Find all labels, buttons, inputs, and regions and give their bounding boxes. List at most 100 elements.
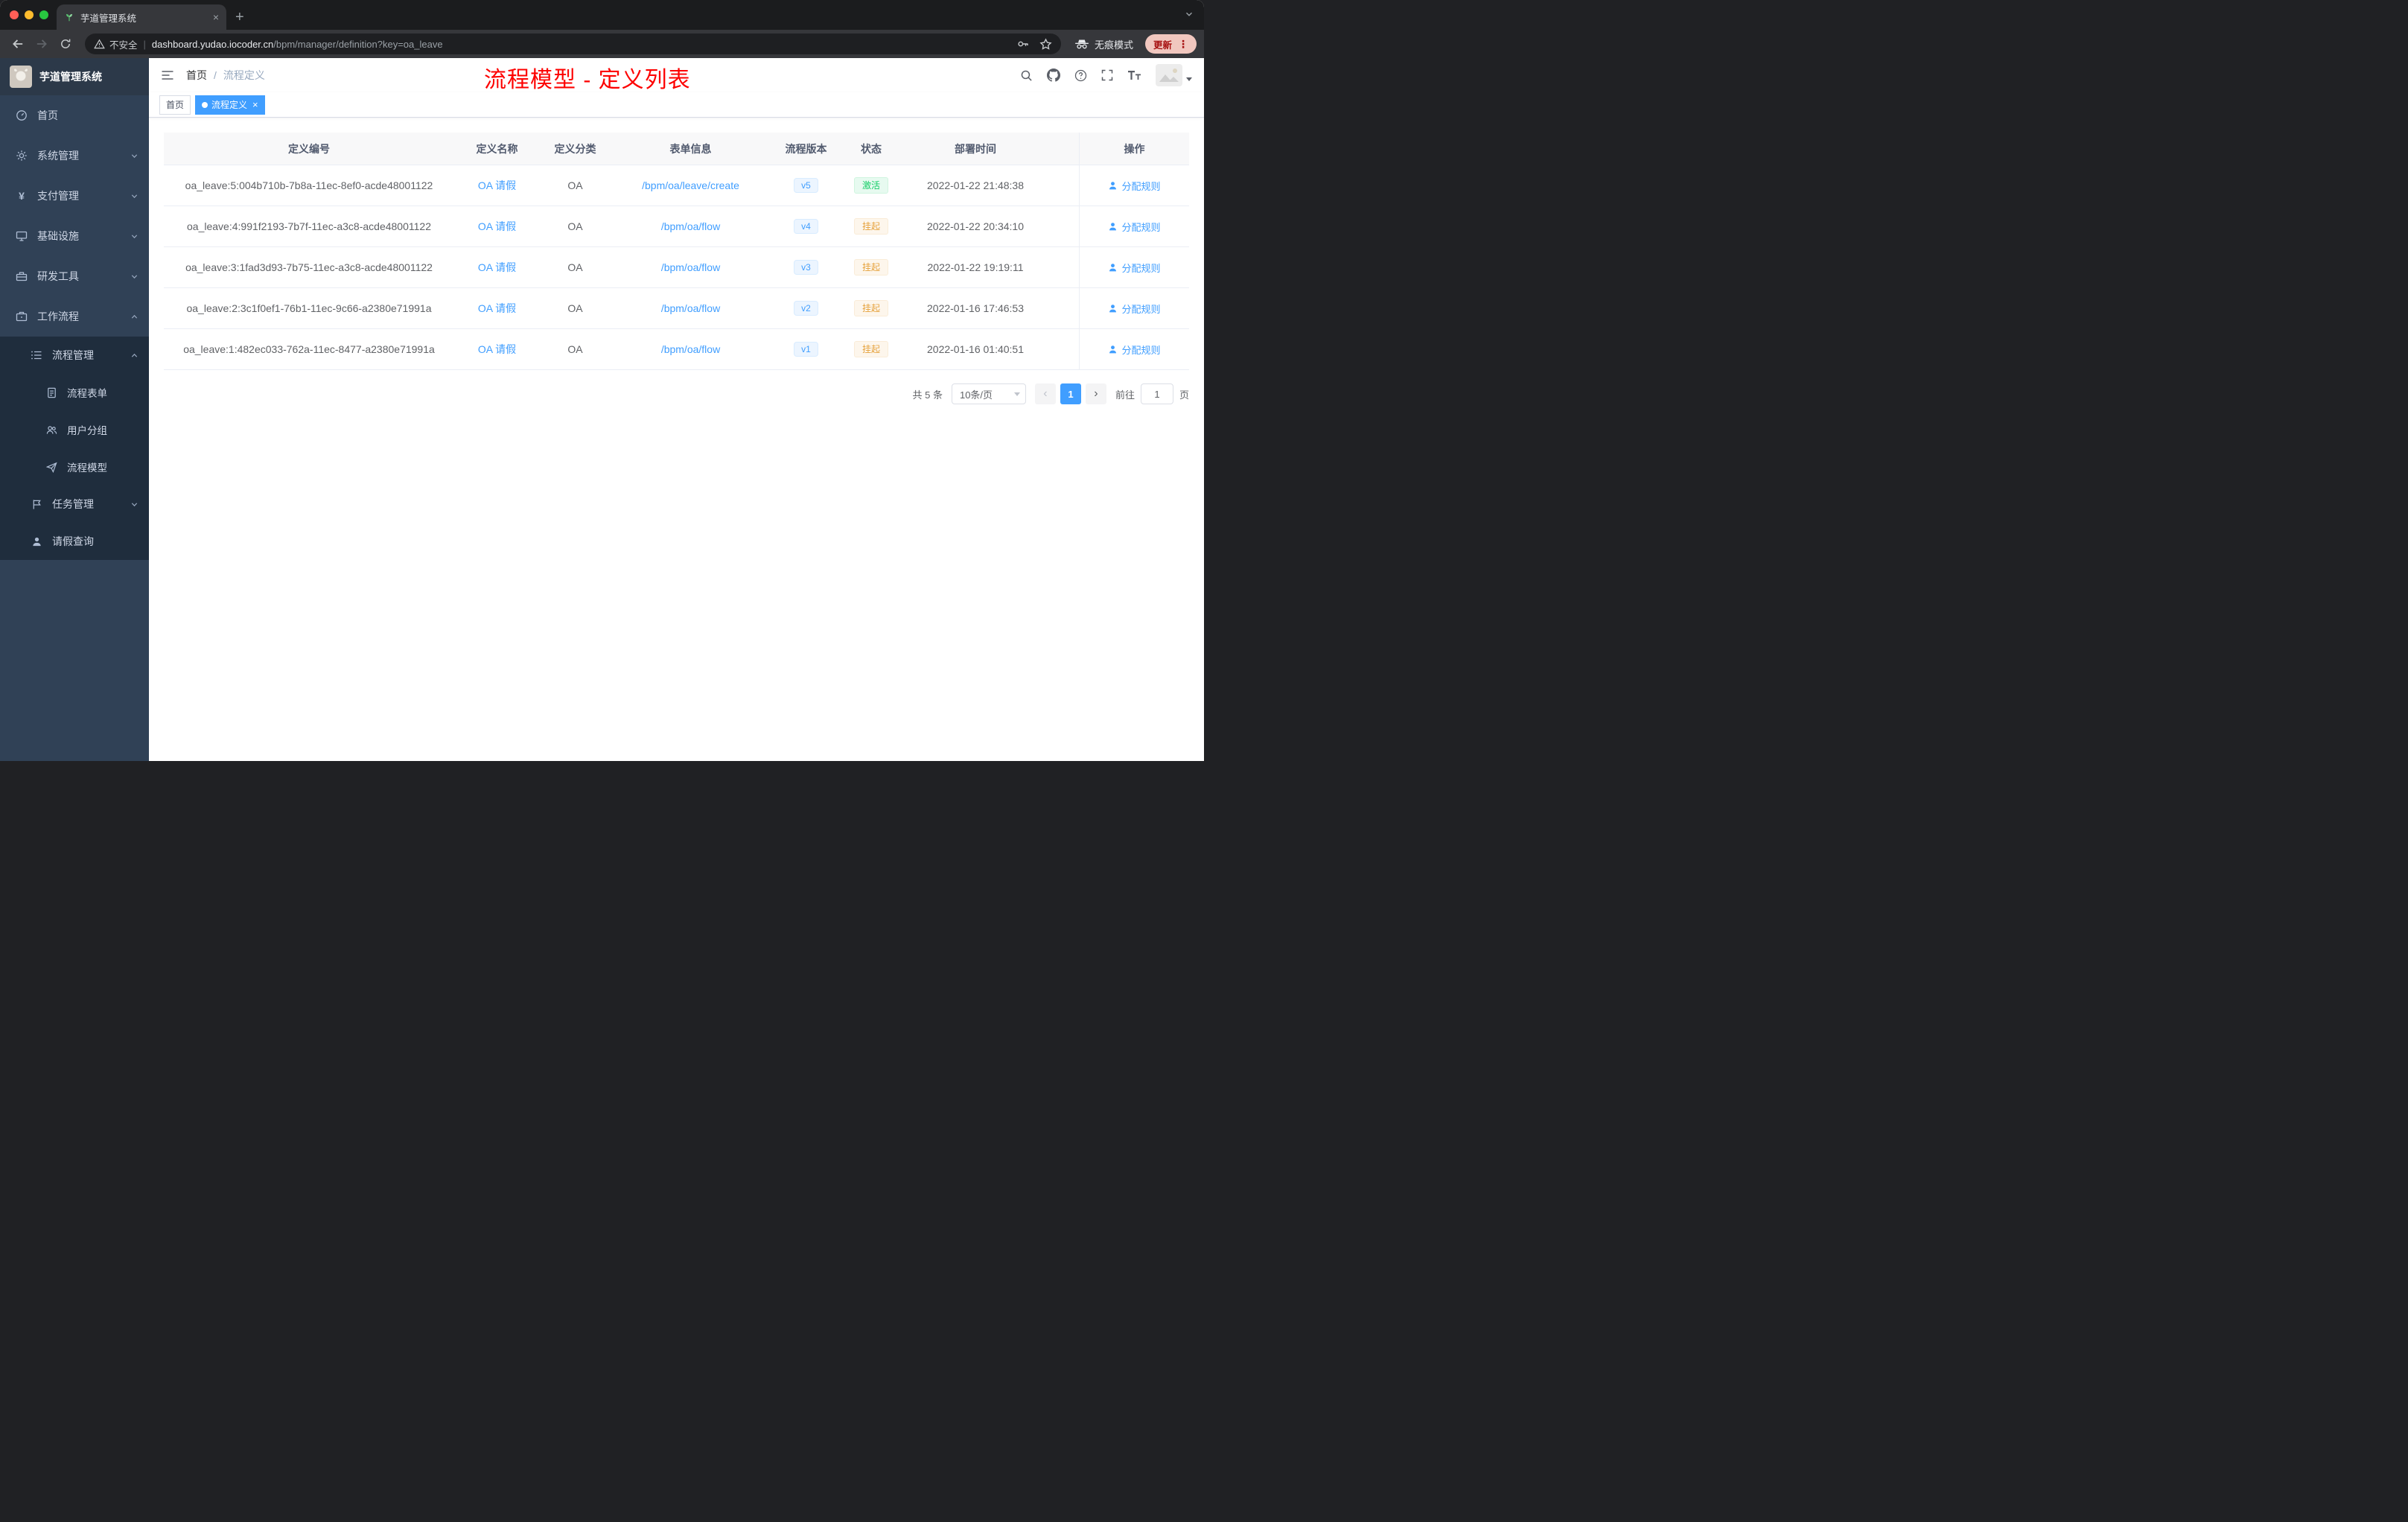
sidebar: 芋道管理系统 首页 系统管理 ¥ 支付管理 基础设施 研发工具 工作流程 流程管… bbox=[0, 58, 149, 761]
security-warning[interactable]: 不安全 bbox=[94, 37, 138, 51]
form-info-link[interactable]: /bpm/oa/leave/create bbox=[642, 179, 739, 191]
prev-page-button[interactable]: ‹ bbox=[1034, 383, 1056, 404]
browser-tab[interactable]: 芋道管理系统 × bbox=[57, 4, 226, 30]
help-icon[interactable] bbox=[1074, 69, 1087, 82]
definition-name-link[interactable]: OA 请假 bbox=[478, 178, 516, 193]
definitions-table: 定义编号 定义名称 定义分类 表单信息 流程版本 状态 部署时间 操作 oa_leave:5:… bbox=[164, 133, 1189, 370]
assign-rule-link[interactable]: 分配规则 bbox=[1108, 179, 1161, 193]
assign-rule-link[interactable]: 分配规则 bbox=[1108, 261, 1161, 275]
app-root: 芋道管理系统 首页 系统管理 ¥ 支付管理 基础设施 研发工具 工作流程 流程管… bbox=[0, 58, 1204, 761]
sidebar-item-label: 流程模型 bbox=[67, 462, 107, 474]
favicon-icon bbox=[64, 12, 74, 22]
top-navbar: 首页 / 流程定义 流程模型 - 定义列表 bbox=[149, 58, 1204, 92]
form-info-link[interactable]: /bpm/oa/flow bbox=[661, 302, 720, 314]
definition-name-link[interactable]: OA 请假 bbox=[478, 219, 516, 234]
tag-close-icon[interactable]: × bbox=[252, 100, 258, 109]
chevron-up-icon bbox=[131, 314, 138, 319]
sidebar-item-leave-query[interactable]: 请假查询 bbox=[0, 523, 149, 560]
tab-close-icon[interactable]: × bbox=[213, 11, 219, 23]
column-header: 定义名称 bbox=[476, 142, 518, 155]
minimize-window-button[interactable] bbox=[25, 10, 34, 19]
sidebar-item-task-mgmt[interactable]: 任务管理 bbox=[0, 485, 149, 523]
row-filler bbox=[1050, 206, 1079, 246]
yen-icon: ¥ bbox=[19, 190, 25, 202]
maximize-window-button[interactable] bbox=[39, 10, 48, 19]
page-content: 定义编号 定义名称 定义分类 表单信息 流程版本 状态 部署时间 操作 oa_leave:5:… bbox=[149, 118, 1204, 761]
status-badge: 激活 bbox=[853, 176, 888, 194]
font-size-icon[interactable] bbox=[1127, 69, 1141, 81]
next-page-button[interactable]: › bbox=[1085, 383, 1106, 404]
version-badge: v3 bbox=[794, 259, 818, 276]
main-panel: 首页 / 流程定义 流程模型 - 定义列表 首页 流程定义 × 定义编号 定义名… bbox=[149, 58, 1204, 761]
user-avatar[interactable] bbox=[1156, 64, 1182, 86]
sidebar-item-user-group[interactable]: 用户分组 bbox=[0, 411, 149, 448]
assign-rule-link[interactable]: 分配规则 bbox=[1108, 220, 1161, 234]
goto-unit: 页 bbox=[1179, 389, 1189, 401]
close-window-button[interactable] bbox=[10, 10, 19, 19]
sidebar-logo[interactable]: 芋道管理系统 bbox=[0, 58, 149, 95]
sidebar-item-infrastructure[interactable]: 基础设施 bbox=[0, 216, 149, 256]
definition-id: oa_leave:1:482ec033-762a-11ec-8477-a2380… bbox=[183, 343, 435, 355]
definition-id: oa_leave:3:1fad3d93-7b75-11ec-a3c8-acde4… bbox=[185, 261, 433, 273]
column-header: 定义分类 bbox=[554, 142, 596, 155]
sidebar-item-payment-mgmt[interactable]: ¥ 支付管理 bbox=[0, 176, 149, 216]
tag-home[interactable]: 首页 bbox=[159, 95, 191, 115]
sidebar-item-system-mgmt[interactable]: 系统管理 bbox=[0, 136, 149, 176]
address-bar[interactable]: 不安全 | dashboard.yudao.iocoder.cn/bpm/man… bbox=[85, 34, 1061, 54]
tab-title: 芋道管理系统 bbox=[80, 13, 137, 24]
row-filler bbox=[1050, 288, 1079, 328]
tab-search-icon[interactable] bbox=[1185, 10, 1194, 19]
sidebar-item-label: 流程表单 bbox=[67, 388, 107, 399]
assign-rule-link[interactable]: 分配规则 bbox=[1108, 343, 1161, 357]
form-info-link[interactable]: /bpm/oa/flow bbox=[661, 220, 720, 232]
security-label: 不安全 bbox=[109, 39, 138, 51]
hamburger-icon[interactable] bbox=[161, 69, 174, 81]
briefcase-icon bbox=[15, 311, 28, 322]
back-icon[interactable] bbox=[7, 34, 28, 54]
row-filler bbox=[1050, 329, 1079, 369]
sidebar-item-process-mgmt[interactable]: 流程管理 bbox=[0, 337, 149, 374]
definition-name-link[interactable]: OA 请假 bbox=[478, 260, 516, 275]
new-tab-button[interactable]: + bbox=[235, 10, 244, 25]
bookmark-star-icon[interactable] bbox=[1039, 37, 1052, 51]
menu-kebab-icon[interactable]: ⋮ bbox=[1178, 38, 1188, 51]
version-badge: v4 bbox=[794, 218, 818, 235]
key-icon[interactable] bbox=[1017, 38, 1029, 50]
status-badge: 挂起 bbox=[853, 299, 888, 317]
tag-label: 流程定义 bbox=[211, 100, 248, 110]
github-icon[interactable] bbox=[1047, 69, 1060, 82]
update-button[interactable]: 更新 ⋮ bbox=[1144, 34, 1197, 54]
traffic-lights bbox=[10, 10, 48, 19]
definition-category: OA bbox=[567, 220, 583, 232]
search-icon[interactable] bbox=[1020, 69, 1033, 82]
tag-process-definition[interactable]: 流程定义 × bbox=[195, 95, 265, 115]
sidebar-item-process-model[interactable]: 流程模型 bbox=[0, 448, 149, 485]
user-menu[interactable] bbox=[1156, 64, 1192, 86]
incognito-icon bbox=[1074, 38, 1089, 50]
deploy-time: 2022-01-16 01:40:51 bbox=[927, 343, 1024, 355]
definition-name-link[interactable]: OA 请假 bbox=[478, 342, 516, 357]
user-icon bbox=[1108, 263, 1118, 273]
goto-page-input[interactable] bbox=[1140, 383, 1173, 404]
tag-label: 首页 bbox=[166, 100, 185, 110]
page-size-select[interactable]: 10条/页 bbox=[951, 383, 1026, 404]
url-separator: | bbox=[143, 38, 146, 50]
definition-category: OA bbox=[567, 302, 583, 314]
sidebar-item-dev-tools[interactable]: 研发工具 bbox=[0, 256, 149, 296]
caret-down-icon[interactable] bbox=[1186, 77, 1192, 81]
page-number-button[interactable]: 1 bbox=[1060, 383, 1081, 404]
form-info-link[interactable]: /bpm/oa/flow bbox=[661, 261, 720, 273]
forward-icon[interactable] bbox=[31, 34, 52, 54]
breadcrumb-home-link[interactable]: 首页 bbox=[186, 68, 207, 83]
sidebar-item-process-form[interactable]: 流程表单 bbox=[0, 374, 149, 411]
sidebar-item-home[interactable]: 首页 bbox=[0, 95, 149, 136]
sidebar-item-workflow[interactable]: 工作流程 bbox=[0, 296, 149, 337]
url-host: dashboard.yudao.iocoder.cn bbox=[151, 38, 274, 50]
definition-name-link[interactable]: OA 请假 bbox=[478, 301, 516, 316]
definition-category: OA bbox=[567, 343, 583, 355]
assign-rule-link[interactable]: 分配规则 bbox=[1108, 302, 1161, 316]
form-info-link[interactable]: /bpm/oa/flow bbox=[661, 343, 720, 355]
definition-category: OA bbox=[567, 179, 583, 191]
reload-icon[interactable] bbox=[55, 34, 76, 54]
fullscreen-icon[interactable] bbox=[1101, 69, 1113, 81]
